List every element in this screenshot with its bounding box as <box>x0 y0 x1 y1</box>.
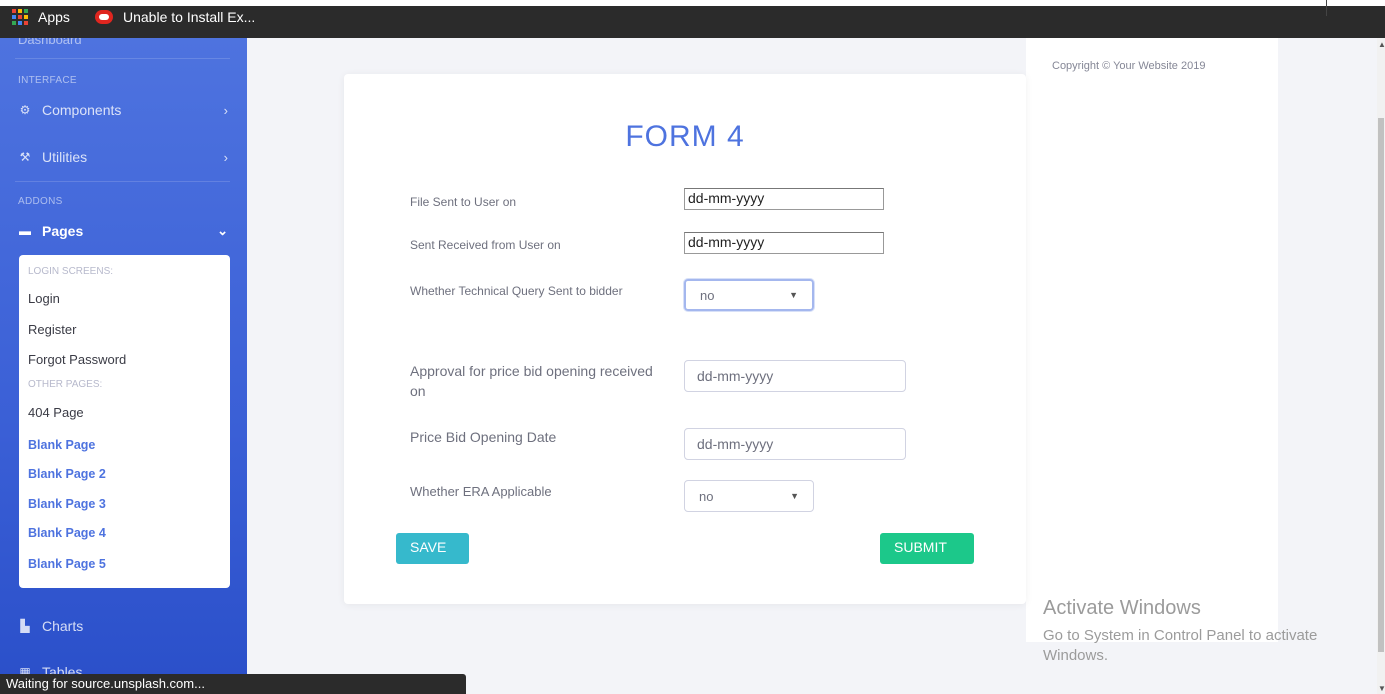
sidebar-heading-addons: ADDONS <box>18 196 63 207</box>
submenu-heading-other: OTHER PAGES: <box>28 379 103 390</box>
sidebar-divider <box>15 58 230 59</box>
gear-icon: ⚙ <box>19 103 31 117</box>
bookmark-extension[interactable]: Unable to Install Ex... <box>95 9 255 25</box>
submenu-item-blank-page-5[interactable]: Blank Page 5 <box>28 557 106 571</box>
footer-panel <box>1026 38 1278 642</box>
copyright-text: Copyright © Your Website 2019 <box>1052 60 1206 72</box>
field-label-file-sent: File Sent to User on <box>410 195 517 209</box>
sidebar-item-label: Charts <box>42 618 84 634</box>
submenu-item-forgot-password[interactable]: Forgot Password <box>28 352 126 367</box>
field-label-sent-received: Sent Received from User on <box>410 238 561 252</box>
field-label-technical-query: Whether Technical Query Sent to bidder <box>410 284 623 298</box>
scroll-down-icon[interactable]: ▼ <box>1378 684 1385 693</box>
technical-query-select[interactable]: no ▼ <box>684 279 814 311</box>
window-divider <box>1326 0 1327 16</box>
submenu-item-blank-page[interactable]: Blank Page <box>28 438 95 452</box>
submenu-item-register[interactable]: Register <box>28 322 76 337</box>
wrench-icon: ⚒ <box>19 150 31 164</box>
window-edge <box>0 0 1385 6</box>
apps-grid-icon <box>12 9 28 25</box>
extension-error-icon <box>95 10 113 24</box>
submenu-item-blank-page-3[interactable]: Blank Page 3 <box>28 497 106 511</box>
caret-down-icon: ▼ <box>789 290 798 300</box>
scroll-up-icon[interactable]: ▲ <box>1378 40 1385 49</box>
sidebar-divider <box>15 181 230 182</box>
folder-icon: ▬ <box>19 224 31 238</box>
save-button[interactable]: SAVE <box>396 533 469 564</box>
select-value: no <box>699 488 714 504</box>
activate-windows-watermark: Activate Windows Go to System in Control… <box>1043 597 1323 666</box>
pages-submenu: LOGIN SCREENS: Login Register Forgot Pas… <box>19 255 230 588</box>
sidebar-item-charts[interactable]: ▙ Charts <box>18 618 228 634</box>
submit-button[interactable]: SUBMIT <box>880 533 974 564</box>
chevron-down-icon: ⌄ <box>217 223 228 238</box>
sidebar-item-components[interactable]: ⚙ Components › <box>18 102 228 118</box>
sidebar-item-label: Components <box>42 102 122 118</box>
field-label-era-applicable: Whether ERA Applicable <box>410 484 552 499</box>
submenu-item-404[interactable]: 404 Page <box>28 405 84 420</box>
chart-icon: ▙ <box>20 619 30 633</box>
file-sent-date-input[interactable]: dd-mm-yyyy <box>684 188 884 210</box>
submenu-item-login[interactable]: Login <box>28 291 60 306</box>
field-label-price-bid-opening: Price Bid Opening Date <box>410 429 557 445</box>
watermark-title: Activate Windows <box>1043 597 1201 619</box>
page-title: FORM 4 <box>625 120 745 153</box>
sidebar-heading-interface: INTERFACE <box>18 75 77 86</box>
caret-down-icon: ▼ <box>790 491 799 501</box>
price-bid-opening-date-input[interactable]: dd-mm-yyyy <box>684 428 906 460</box>
sent-received-date-input[interactable]: dd-mm-yyyy <box>684 232 884 254</box>
bookmark-apps[interactable]: Apps <box>12 9 70 25</box>
sidebar-item-utilities[interactable]: ⚒ Utilities › <box>18 149 228 165</box>
field-label-approval-price-bid: Approval for price bid opening received … <box>410 363 653 399</box>
chevron-right-icon: › <box>223 149 228 165</box>
browser-status-bar: Waiting for source.unsplash.com... <box>0 674 466 694</box>
bookmark-label: Unable to Install Ex... <box>123 9 256 25</box>
era-applicable-select[interactable]: no ▼ <box>684 480 814 512</box>
approval-date-input[interactable]: dd-mm-yyyy <box>684 360 906 392</box>
submenu-item-blank-page-4[interactable]: Blank Page 4 <box>28 526 106 540</box>
sidebar-item-label: Utilities <box>42 149 88 165</box>
submenu-item-blank-page-2[interactable]: Blank Page 2 <box>28 467 106 481</box>
sidebar: Dashboard INTERFACE ⚙ Components › ⚒ Uti… <box>0 32 247 694</box>
chevron-right-icon: › <box>223 102 228 118</box>
form-card: FORM 4 File Sent to User on dd-mm-yyyy S… <box>344 74 1026 604</box>
sidebar-item-label: Pages <box>42 223 84 239</box>
scrollbar-thumb[interactable] <box>1378 118 1384 652</box>
submenu-heading-login: LOGIN SCREENS: <box>28 266 114 277</box>
watermark-text: Go to System in Control Panel to activat… <box>1043 627 1318 664</box>
bookmark-label: Apps <box>38 9 70 25</box>
sidebar-item-pages[interactable]: ▬ Pages ⌄ <box>18 223 228 239</box>
browser-bookmarks-bar: Apps Unable to Install Ex... <box>0 0 1385 38</box>
select-value: no <box>700 287 715 303</box>
